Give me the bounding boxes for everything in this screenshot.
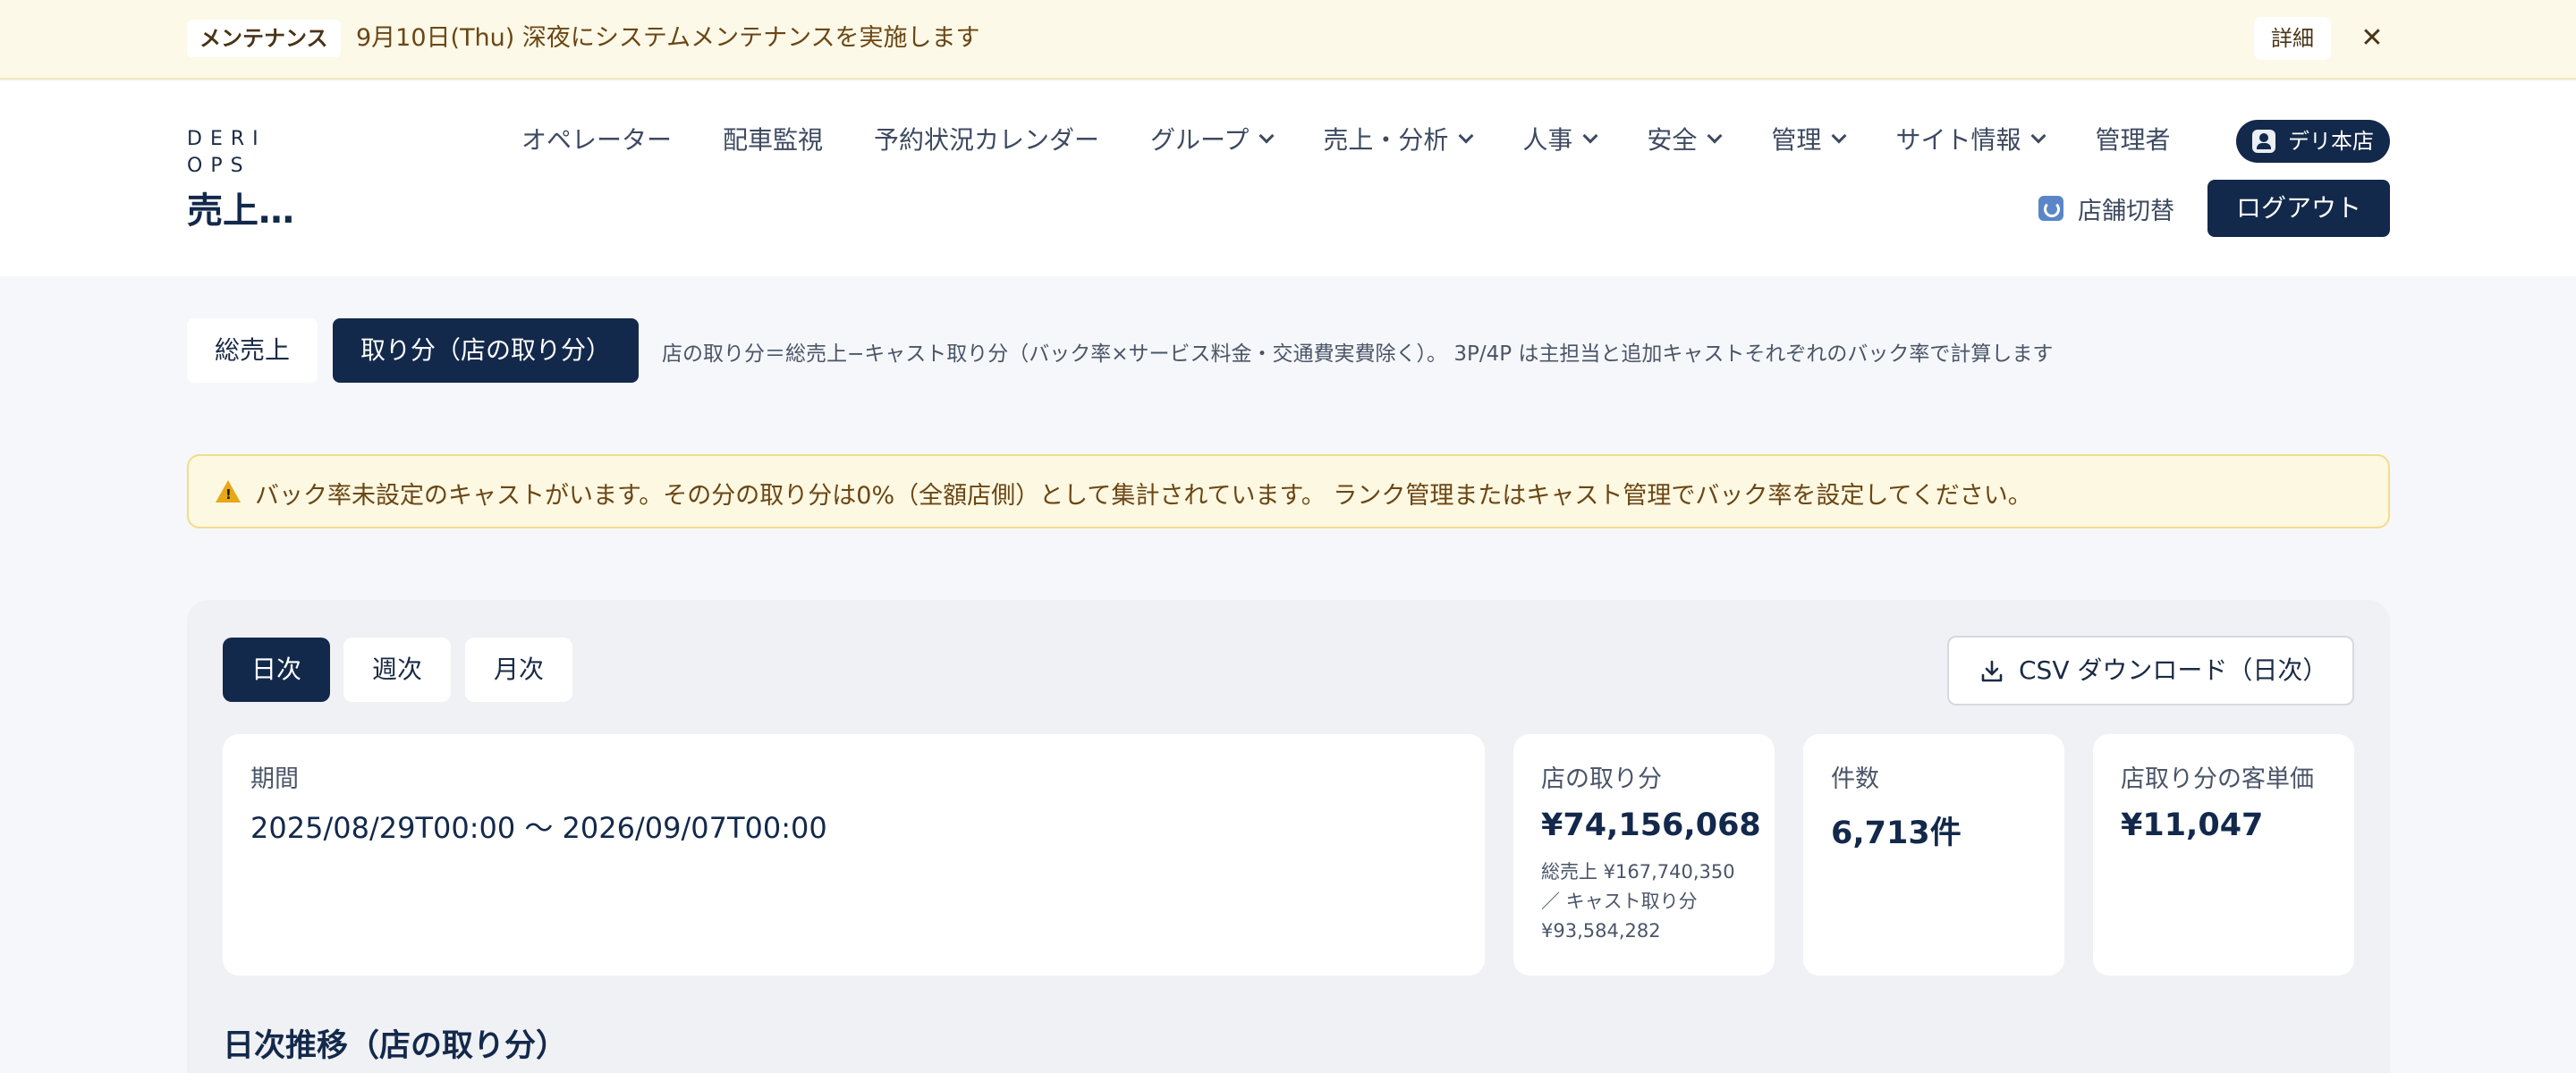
nav-item-safety[interactable]: 安全: [1647, 121, 1723, 156]
chevron-down-icon: [1258, 128, 1275, 144]
warning-icon: !: [216, 480, 241, 503]
gross-sales-toggle[interactable]: 総売上: [187, 318, 318, 383]
unit-price-label: 店取り分の客単価: [2121, 765, 2314, 793]
store-share-breakdown: 総売上 ¥167,740,350 ／ キャスト取り分 ¥93,584,282: [1541, 861, 1735, 942]
nav-item-sales-analysis[interactable]: 売上・分析: [1323, 121, 1474, 156]
maintenance-banner: メンテナンス 9月10日(Thu) 深夜にシステムメンテナンスを実施します 詳細…: [0, 0, 2576, 80]
nav-item-site-info[interactable]: サイト情報: [1895, 121, 2046, 156]
refresh-icon: [2038, 196, 2063, 221]
tab-monthly[interactable]: 月次: [465, 638, 572, 702]
logout-button[interactable]: ログアウト: [2207, 180, 2390, 237]
csv-download-label: CSV ダウンロード（日次）: [2019, 655, 2328, 685]
count-label: 件数: [1831, 765, 1879, 793]
maintenance-message: 9月10日(Thu) 深夜にシステムメンテナンスを実施します: [356, 24, 980, 52]
current-store-pill[interactable]: デリ本店: [2236, 120, 2390, 163]
nav-item-operator[interactable]: オペレーター: [521, 121, 672, 156]
period-label: 期間: [250, 765, 299, 793]
chevron-down-icon: [1458, 128, 1474, 144]
current-store-name: デリ本店: [2288, 129, 2374, 154]
sales-panel: 日次 週次 月次 CSV ダウンロード（日次） 期間 2025/08/29T00…: [187, 600, 2390, 1073]
unit-price-card: 店取り分の客単価 ¥11,047: [2093, 734, 2354, 976]
period-value: 2025/08/29T00:00 〜 2026/09/07T00:00: [250, 811, 827, 845]
app-header: DERI OPS 売上… オペレーター 配車監視 予約状況カレンダー グループ …: [0, 81, 2576, 276]
chevron-down-icon: [1707, 128, 1723, 144]
store-switch-label: 店舗切替: [2078, 197, 2174, 225]
chevron-down-icon: [1831, 128, 1847, 144]
nav-item-reservation-calendar[interactable]: 予約状況カレンダー: [874, 121, 1099, 156]
store-icon: [2252, 130, 2275, 153]
main-nav: オペレーター 配車監視 予約状況カレンダー グループ 売上・分析 人事 安全 管…: [521, 117, 2170, 160]
csv-download-button[interactable]: CSV ダウンロード（日次）: [1947, 636, 2354, 705]
download-icon: [1981, 660, 2003, 682]
nav-item-admin[interactable]: 管理者: [2095, 121, 2170, 156]
banner-detail-button[interactable]: 詳細: [2254, 17, 2331, 60]
chevron-down-icon: [2030, 128, 2046, 144]
count-card: 件数 6,713件: [1803, 734, 2064, 976]
store-switch-button[interactable]: 店舗切替: [2038, 189, 2174, 228]
tab-weekly[interactable]: 週次: [343, 638, 451, 702]
back-rate-warning: ! バック率未設定のキャストがいます。その分の取り分は0%（全額店側）として集計…: [187, 454, 2390, 528]
store-share-card: 店の取り分 ¥74,156,068 総売上 ¥167,740,350 ／ キャス…: [1513, 734, 1775, 976]
daily-trend-title: 日次推移（店の取り分）: [223, 1028, 568, 1064]
chevron-down-icon: [1582, 128, 1598, 144]
logo[interactable]: DERI OPS: [187, 126, 267, 180]
close-icon[interactable]: ✕: [2354, 20, 2390, 57]
nav-item-dispatch-monitor[interactable]: 配車監視: [723, 121, 823, 156]
logo-line-1: DERI: [187, 128, 267, 150]
tab-daily[interactable]: 日次: [223, 638, 330, 702]
store-share-toggle[interactable]: 取り分（店の取り分）: [333, 318, 639, 383]
period-card: 期間 2025/08/29T00:00 〜 2026/09/07T00:00: [223, 734, 1485, 976]
nav-item-management[interactable]: 管理: [1771, 121, 1847, 156]
store-share-label: 店の取り分: [1541, 765, 1662, 793]
page-title: 売上…: [187, 190, 294, 232]
warning-text: バック率未設定のキャストがいます。その分の取り分は0%（全額店側）として集計され…: [255, 482, 2032, 510]
unit-price-value: ¥11,047: [2121, 807, 2264, 843]
maintenance-badge: メンテナンス: [187, 20, 341, 57]
count-value: 6,713件: [1831, 815, 1962, 851]
nav-item-group[interactable]: グループ: [1150, 121, 1275, 156]
nav-item-hr[interactable]: 人事: [1522, 121, 1598, 156]
mode-description: 店の取り分＝総売上−キャスト取り分（バック率×サービス料金・交通費実費除く）。 …: [662, 342, 2054, 366]
logo-line-2: OPS: [187, 155, 251, 177]
store-share-value: ¥74,156,068: [1541, 807, 1761, 843]
